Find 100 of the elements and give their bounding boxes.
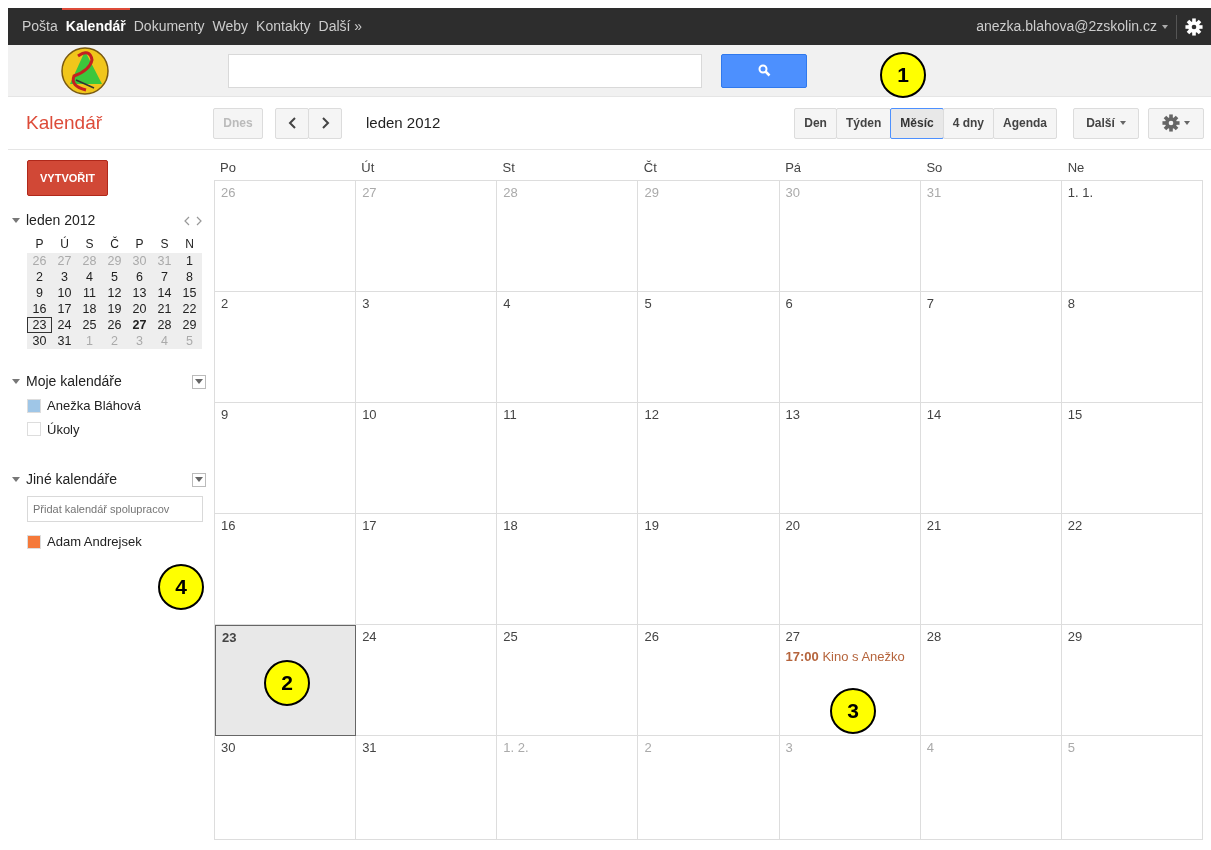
mini-calendar-day[interactable]: 7 [152, 269, 177, 285]
mini-calendar-day[interactable]: 15 [177, 285, 202, 301]
day-cell[interactable]: 19 [638, 514, 780, 625]
dropdown-button[interactable] [192, 374, 206, 389]
day-cell[interactable]: 20 [779, 514, 921, 625]
view-tab[interactable]: Týden [835, 107, 892, 139]
day-cell[interactable]: 29 [1061, 625, 1203, 736]
day-cell[interactable]: 22 [1061, 514, 1203, 625]
more-button[interactable]: Další [1073, 107, 1139, 139]
calendar-item[interactable]: Anežka Bláhová [27, 396, 206, 416]
day-cell[interactable]: 1. 1. [1061, 181, 1203, 292]
day-number: 8 [1067, 295, 1077, 313]
mini-calendar-day[interactable]: 21 [152, 301, 177, 317]
mini-calendar-day[interactable]: 14 [152, 285, 177, 301]
day-cell[interactable]: 28 [920, 625, 1062, 736]
day-cell[interactable]: 13 [779, 403, 921, 514]
mini-calendar-day[interactable]: 29 [177, 317, 202, 333]
chevron-left-icon[interactable] [183, 215, 190, 226]
mini-calendar-day[interactable]: 27 [127, 317, 152, 333]
calendar-item[interactable]: Úkoly [27, 419, 206, 439]
day-cell[interactable]: 25 [497, 625, 639, 736]
search-button[interactable] [721, 53, 807, 88]
settings-icon [1162, 114, 1180, 132]
day-cell[interactable]: 24 [356, 625, 498, 736]
mini-calendar-day[interactable]: 18 [77, 301, 102, 317]
nav-link[interactable]: Pošta [18, 8, 62, 45]
day-cell[interactable]: 5 [638, 292, 780, 403]
mini-calendar-day[interactable]: 6 [127, 269, 152, 285]
day-cell[interactable]: 18 [497, 514, 639, 625]
day-cell[interactable]: 8 [1061, 292, 1203, 403]
logo-icon [60, 45, 110, 96]
dropdown-button[interactable] [192, 472, 206, 487]
mini-calendar-day[interactable]: 4 [77, 269, 102, 285]
section-title: Jiné kalendáře [26, 470, 118, 489]
mini-calendar-day[interactable]: 31 [52, 333, 77, 349]
day-cell[interactable]: 21 [920, 514, 1062, 625]
view-tab[interactable]: Agenda [993, 107, 1057, 139]
mini-calendar-day[interactable]: 24 [52, 317, 77, 333]
day-cell[interactable]: 6 [779, 292, 921, 403]
mini-calendar-day[interactable]: 11 [77, 285, 102, 301]
nav-link[interactable]: Další » [314, 8, 367, 45]
mini-calendar-day[interactable]: 22 [177, 301, 202, 317]
search-field[interactable] [228, 53, 702, 88]
next-button[interactable] [308, 107, 342, 139]
nav-link[interactable]: Weby [208, 8, 253, 45]
day-number: 5 [644, 295, 653, 313]
day-cell[interactable]: 14 [920, 403, 1062, 514]
day-cell[interactable]: 4 [497, 292, 639, 403]
mini-calendar-day[interactable]: 23 [27, 317, 52, 333]
create-button[interactable]: VYTVOŘIT [27, 160, 108, 196]
mini-calendar-day[interactable]: 3 [52, 269, 77, 285]
collapse-icon[interactable] [12, 477, 20, 482]
mini-calendar-day[interactable]: 19 [102, 301, 127, 317]
nav-link[interactable]: Dokumenty [129, 8, 209, 45]
day-cell[interactable]: 10 [356, 403, 498, 514]
nav-link[interactable]: Kontakty [252, 8, 315, 45]
day-number: 16 [221, 517, 237, 535]
mini-calendar-day[interactable]: 17 [52, 301, 77, 317]
weekday-label: N [184, 236, 195, 253]
mini-calendar-day[interactable]: 5 [102, 269, 127, 285]
day-cell[interactable]: 9 [215, 403, 357, 514]
mini-calendar-day[interactable]: 8 [177, 269, 202, 285]
day-number: 10 [362, 406, 378, 424]
day-number: 29 [644, 184, 660, 202]
calendar-item[interactable]: Adam Andrejsek [27, 532, 206, 552]
mini-calendar-day[interactable]: 25 [77, 317, 102, 333]
view-tab[interactable]: 4 dny [942, 107, 994, 139]
view-tab[interactable]: Den [794, 107, 837, 139]
day-cell[interactable]: 31 [356, 736, 498, 840]
mini-calendar-day[interactable]: 30 [27, 333, 52, 349]
day-cell[interactable]: 17 [356, 514, 498, 625]
day-number: 13 [785, 406, 802, 424]
day-cell[interactable]: 30 [215, 736, 357, 840]
collapse-icon[interactable] [12, 379, 20, 384]
day-cell[interactable]: 26 [638, 625, 780, 736]
settings-button[interactable] [1148, 107, 1204, 139]
mini-calendar-day[interactable]: 2 [27, 269, 52, 285]
day-cell[interactable]: 3 [356, 292, 498, 403]
mini-calendar-day[interactable]: 13 [127, 285, 152, 301]
day-cell[interactable]: 7 [920, 292, 1062, 403]
day-cell[interactable]: 15 [1061, 403, 1203, 514]
mini-calendar-day[interactable]: 1 [177, 253, 202, 269]
chevron-right-icon[interactable] [196, 215, 202, 226]
mini-calendar-day[interactable]: 20 [127, 301, 152, 317]
mini-calendar-day[interactable]: 26 [102, 317, 127, 333]
collapse-icon[interactable] [12, 218, 20, 223]
mini-calendar-day[interactable]: 9 [27, 285, 52, 301]
mini-calendar-day[interactable]: 16 [27, 301, 52, 317]
account-menu[interactable]: anezka.blahova@2zskolin.cz [976, 16, 1168, 37]
previous-button[interactable] [275, 107, 309, 139]
view-tab[interactable]: Měsíc [890, 107, 944, 139]
day-cell[interactable]: 12 [638, 403, 780, 514]
mini-calendar-day[interactable]: 10 [52, 285, 77, 301]
mini-calendar-day[interactable]: 12 [102, 285, 127, 301]
nav-link[interactable]: Kalendář [61, 8, 130, 45]
day-cell[interactable]: 2 [215, 292, 357, 403]
add-calendar-field[interactable]: Přidat kalendář spolupracov [27, 496, 203, 522]
event-entry[interactable]: 17:00 Kino s Anežko [785, 646, 914, 666]
mini-calendar-day[interactable]: 28 [152, 317, 177, 333]
day-cell[interactable]: 11 [497, 403, 639, 514]
